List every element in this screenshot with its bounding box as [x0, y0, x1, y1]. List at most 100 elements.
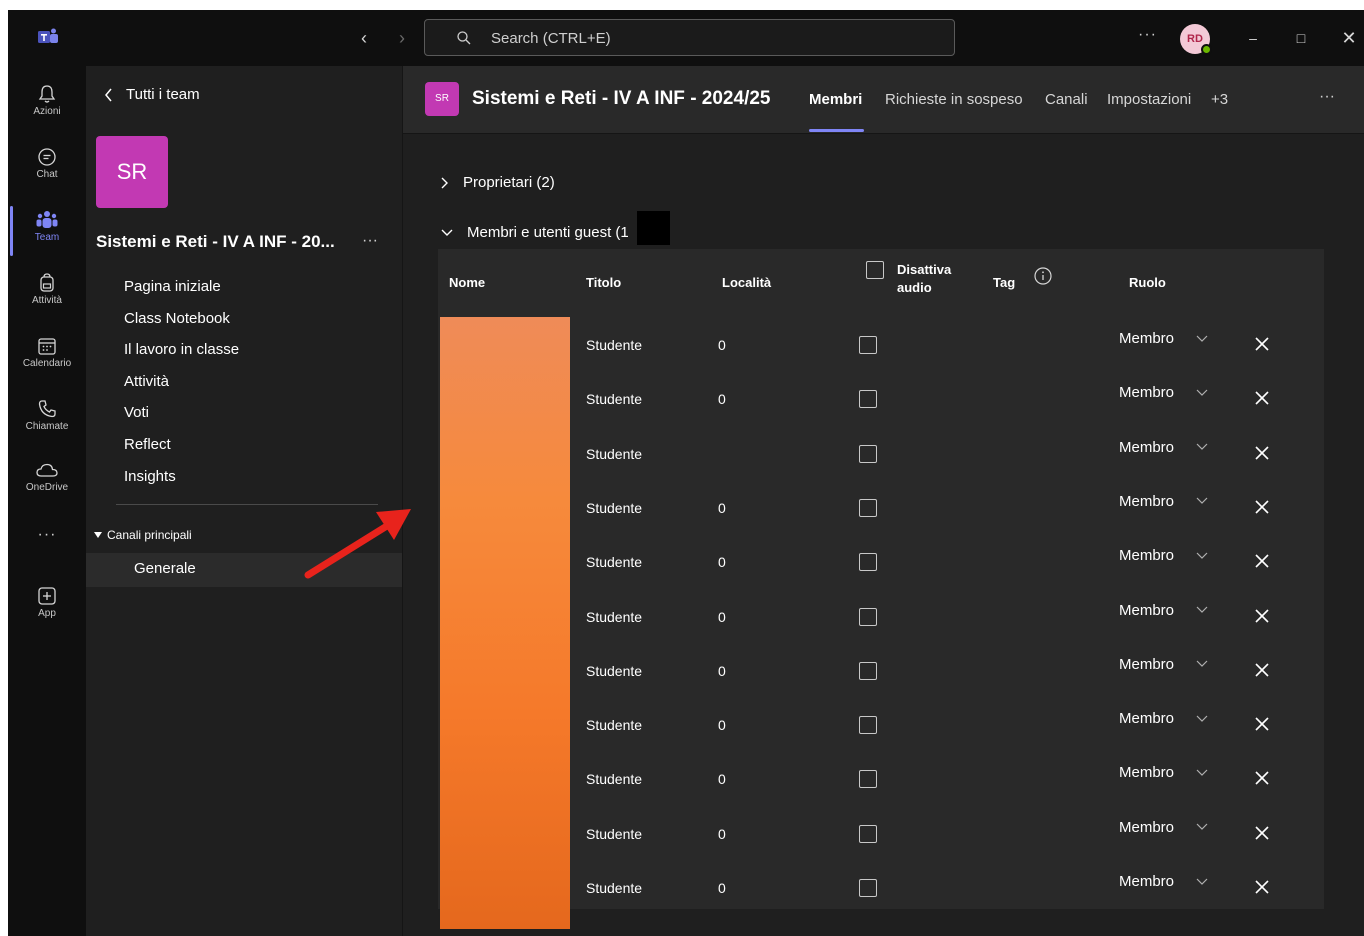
- close-window-button[interactable]: ✕: [1334, 24, 1364, 52]
- calendar-icon: [38, 338, 56, 355]
- rail-item-calls[interactable]: Chiamate: [8, 389, 86, 447]
- members-table: Nome Titolo Località Disattiva audio Tag…: [438, 249, 1324, 929]
- tab-members[interactable]: Membri: [809, 91, 862, 108]
- role-label: Membro: [1119, 384, 1175, 402]
- column-header-tag[interactable]: Tag: [993, 275, 1015, 290]
- rail-item-chat[interactable]: Chat: [8, 137, 86, 195]
- remove-member-button[interactable]: [1254, 553, 1270, 569]
- remove-member-button[interactable]: [1254, 662, 1270, 678]
- rail-item-assignments[interactable]: Attività: [8, 263, 86, 321]
- member-title: Studente: [586, 499, 643, 516]
- mute-checkbox[interactable]: [859, 879, 877, 897]
- member-title: Studente: [586, 391, 643, 408]
- search-box[interactable]: [424, 19, 955, 56]
- mute-checkbox[interactable]: [859, 716, 877, 735]
- presence-available-icon: [1201, 44, 1212, 55]
- mute-checkbox[interactable]: [859, 498, 877, 517]
- rail-item-activity[interactable]: Azioni: [8, 74, 86, 132]
- role-dropdown[interactable]: Membro: [1119, 330, 1208, 347]
- info-icon[interactable]: [1034, 267, 1052, 285]
- mute-all-checkbox[interactable]: [866, 261, 884, 279]
- all-teams-link[interactable]: Tutti i team: [104, 86, 200, 103]
- remove-member-button[interactable]: [1254, 770, 1270, 786]
- mute-checkbox[interactable]: [859, 553, 877, 572]
- chevron-left-icon: [105, 88, 112, 101]
- mute-checkbox[interactable]: [859, 390, 877, 409]
- tab-settings[interactable]: Impostazioni: [1107, 91, 1191, 108]
- settings-more-button[interactable]: ···: [1138, 26, 1157, 44]
- rail-label: Attività: [31, 295, 62, 306]
- tab-channels[interactable]: Canali: [1045, 91, 1088, 108]
- mute-checkbox[interactable]: [859, 607, 877, 626]
- phone-icon: [38, 400, 56, 418]
- team-nav-reflect[interactable]: Reflect: [124, 434, 239, 466]
- minimize-button[interactable]: –: [1238, 24, 1268, 52]
- back-nav-button[interactable]: ‹: [354, 26, 374, 50]
- role-dropdown[interactable]: Membro: [1119, 656, 1208, 673]
- team-nav-grades[interactable]: Voti: [124, 402, 239, 434]
- team-nav-home[interactable]: Pagina iniziale: [124, 276, 239, 308]
- chevron-down-icon: [1196, 389, 1208, 396]
- mute-checkbox[interactable]: [859, 661, 877, 680]
- remove-member-button[interactable]: [1254, 608, 1270, 624]
- maximize-button[interactable]: □: [1286, 24, 1316, 52]
- role-dropdown[interactable]: Membro: [1119, 819, 1208, 836]
- role-dropdown[interactable]: Membro: [1119, 710, 1208, 727]
- role-dropdown[interactable]: Membro: [1119, 547, 1208, 564]
- members-section-label: Membri e utenti guest (1: [467, 224, 629, 241]
- mute-checkbox[interactable]: [859, 336, 877, 354]
- column-header-location[interactable]: Località: [722, 275, 771, 290]
- remove-member-button[interactable]: [1254, 825, 1270, 841]
- remove-member-button[interactable]: [1254, 390, 1270, 406]
- role-dropdown[interactable]: Membro: [1119, 873, 1208, 890]
- member-title: Studente: [586, 825, 643, 842]
- member-location: 0: [718, 662, 726, 679]
- title-bar: ‹ › ··· RD – □ ✕: [8, 10, 1364, 66]
- all-teams-label: Tutti i team: [126, 86, 200, 103]
- role-dropdown[interactable]: Membro: [1119, 764, 1208, 781]
- mute-checkbox[interactable]: [859, 770, 877, 789]
- chevron-down-icon: [1196, 443, 1208, 450]
- role-dropdown[interactable]: Membro: [1119, 439, 1208, 456]
- member-location: 0: [718, 391, 726, 408]
- remove-member-button[interactable]: [1254, 336, 1270, 352]
- header-more-options-button[interactable]: ···: [1319, 88, 1335, 106]
- user-avatar[interactable]: RD: [1180, 24, 1212, 55]
- table-row: Studente 0 Membro: [438, 753, 1324, 807]
- team-nav-insights[interactable]: Insights: [124, 466, 239, 498]
- chevron-down-icon: [1196, 497, 1208, 505]
- main-channels-label: Canali principali: [107, 528, 192, 542]
- team-nav-class-notebook[interactable]: Class Notebook: [124, 308, 239, 340]
- mute-checkbox[interactable]: [859, 824, 877, 843]
- search-input[interactable]: [491, 28, 911, 48]
- remove-member-button[interactable]: [1254, 445, 1270, 461]
- members-section-toggle[interactable]: Membri e utenti guest (1: [441, 224, 629, 241]
- rail-item-calendar[interactable]: Calendario: [8, 326, 86, 384]
- remove-member-button[interactable]: [1254, 879, 1270, 895]
- chat-icon: [38, 148, 56, 166]
- rail-item-team[interactable]: Team: [8, 200, 86, 258]
- member-location: 0: [718, 608, 726, 625]
- mute-checkbox[interactable]: [859, 444, 877, 463]
- role-dropdown[interactable]: Membro: [1119, 602, 1208, 619]
- more-apps-button[interactable]: ···: [8, 526, 86, 544]
- owners-section-toggle[interactable]: Proprietari (2): [441, 174, 555, 191]
- tab-pending-requests[interactable]: Richieste in sospeso: [885, 91, 1023, 108]
- rail-item-onedrive[interactable]: OneDrive: [8, 450, 86, 508]
- column-header-title[interactable]: Titolo: [586, 275, 621, 290]
- chevron-down-icon: [1196, 715, 1208, 722]
- rail-item-apps[interactable]: App: [8, 576, 86, 634]
- main-channels-toggle[interactable]: Canali principali: [94, 528, 192, 542]
- role-dropdown[interactable]: Membro: [1119, 493, 1208, 510]
- channel-item-general[interactable]: Generale: [86, 553, 402, 587]
- forward-nav-button[interactable]: ›: [392, 26, 412, 50]
- role-dropdown[interactable]: Membro: [1119, 384, 1208, 401]
- tab-more[interactable]: +3: [1211, 91, 1228, 108]
- team-nav-assignments[interactable]: Attività: [124, 371, 239, 403]
- column-header-name[interactable]: Nome: [449, 275, 485, 290]
- remove-member-button[interactable]: [1254, 716, 1270, 732]
- team-nav-classwork[interactable]: Il lavoro in classe: [124, 339, 239, 371]
- remove-member-button[interactable]: [1254, 499, 1270, 515]
- team-more-options-button[interactable]: ···: [362, 232, 378, 250]
- column-header-role[interactable]: Ruolo: [1129, 275, 1166, 290]
